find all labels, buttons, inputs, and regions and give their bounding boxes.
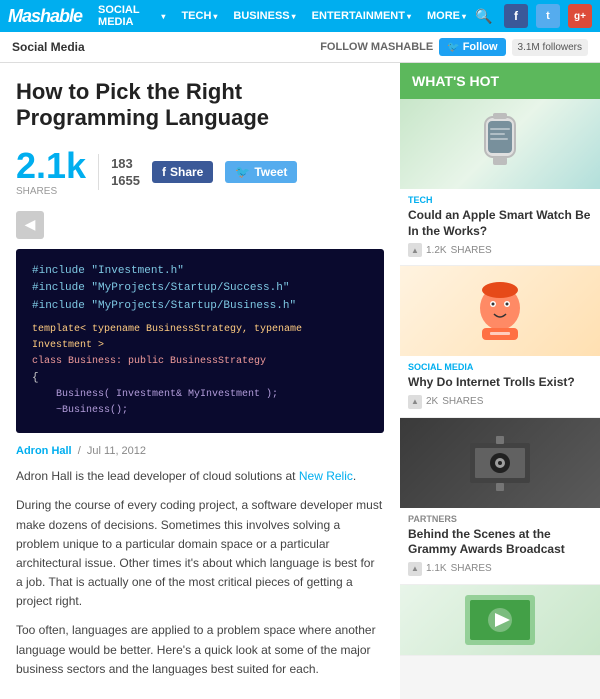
new-relic-link[interactable]: New Relic (299, 469, 353, 483)
code-line-2: #include "MyProjects/Startup/Success.h" (32, 280, 368, 298)
twitter-tweet-button[interactable]: 🐦 Tweet (225, 161, 297, 183)
share-divider (98, 154, 99, 190)
facebook-icon[interactable]: f (504, 4, 528, 28)
author-line: Adron Hall / Jul 11, 2012 (16, 445, 384, 457)
search-icon[interactable]: 🔍 (472, 4, 496, 28)
code-line-class: class Business: public BusinessStrategy (32, 354, 368, 370)
chevron-down-icon: ▾ (213, 12, 217, 21)
googleplus-icon[interactable]: g+ (568, 4, 592, 28)
grammy-image (400, 418, 600, 508)
nav-items: Social Media ▾ Tech ▾ Business ▾ Enterta… (92, 0, 472, 32)
nav-business[interactable]: Business ▾ (227, 6, 301, 26)
code-line-template: template< typename BusinessStrategy, typ… (32, 322, 368, 354)
apple-watch-body: TECH Could an Apple Smart Watch Be In th… (400, 189, 600, 265)
twitter-icon[interactable]: t (536, 4, 560, 28)
follow-mashable-label: Follow Mashable (320, 41, 433, 53)
sidebar-card-trolls[interactable]: SOCIAL MEDIA Why Do Internet Trolls Exis… (400, 266, 600, 418)
article-title: How to Pick the Right Programming Langua… (16, 79, 384, 132)
nav-right-icons: 🔍 f t g+ (472, 4, 592, 28)
twitter-tweet-icon: 🐦 (235, 165, 250, 179)
grammy-category: PARTNERS (408, 514, 592, 524)
trolls-shares: ▲ 2K SHARES (408, 395, 592, 409)
sidebar-card-grammy[interactable]: PARTNERS Behind the Scenes at the Grammy… (400, 418, 600, 585)
top-navigation: Mashable Social Media ▾ Tech ▾ Business … (0, 0, 600, 32)
share-count: 2.1k (16, 148, 86, 184)
content-wrapper: How to Pick the Right Programming Langua… (0, 63, 600, 699)
follow-button[interactable]: 🐦 Follow (439, 38, 505, 56)
code-line-method: Business( Investment& MyInvestment ); (32, 387, 368, 403)
article-body: Adron Hall is the lead developer of clou… (16, 467, 384, 679)
share-expand-button[interactable]: ◀ (16, 211, 44, 239)
twitter-small-icon: 🐦 (447, 42, 459, 53)
main-content: How to Pick the Right Programming Langua… (0, 63, 400, 699)
share-count-block: 2.1k SHARES (16, 148, 86, 197)
share-row: 2.1k SHARES 183 1655 f Share 🐦 Tweet (16, 148, 384, 197)
share-num-1: 183 (111, 156, 140, 171)
shares-icon-2: ▲ (408, 395, 422, 409)
chevron-down-icon: ▾ (292, 12, 296, 21)
article-p2: Too often, languages are applied to a pr… (16, 621, 384, 679)
article-p1: During the course of every coding projec… (16, 496, 384, 611)
apple-watch-image (400, 99, 600, 189)
chevron-down-icon: ▾ (161, 12, 165, 21)
author-name[interactable]: Adron Hall (16, 445, 72, 457)
article-bio: Adron Hall is the lead developer of clou… (16, 467, 384, 486)
chevron-down-icon: ▾ (462, 12, 466, 21)
site-logo[interactable]: Mashable (8, 6, 82, 27)
nav-social-media[interactable]: Social Media ▾ (92, 0, 171, 32)
code-line-brace: { (32, 370, 368, 388)
sidebar-card-bottom[interactable] (400, 585, 600, 656)
trolls-title[interactable]: Why Do Internet Trolls Exist? (408, 375, 592, 391)
trolls-image (400, 266, 600, 356)
nav-tech[interactable]: Tech ▾ (175, 6, 223, 26)
code-block: #include "Investment.h" #include "MyProj… (16, 249, 384, 433)
nav-entertainment[interactable]: Entertainment ▾ (306, 6, 417, 26)
article-date: Jul 11, 2012 (87, 445, 146, 457)
sidebar: What's Hot TECH Could an Apple Smart Wat… (400, 63, 600, 699)
facebook-share-icon: f (162, 165, 166, 179)
whats-hot-header: What's Hot (400, 63, 600, 99)
facebook-share-button[interactable]: f Share (152, 161, 213, 183)
grammy-title[interactable]: Behind the Scenes at the Grammy Awards B… (408, 527, 592, 558)
code-line-destructor: ~Business(); (32, 403, 368, 419)
category-label: Social Media (12, 40, 85, 54)
share-label: SHARES (16, 186, 86, 197)
code-line-1: #include "Investment.h" (32, 263, 368, 281)
chevron-down-icon: ▾ (407, 12, 411, 21)
sub-header: Social Media Follow Mashable 🐦 Follow 3.… (0, 32, 600, 63)
trolls-body: SOCIAL MEDIA Why Do Internet Trolls Exis… (400, 356, 600, 417)
apple-watch-shares: ▲ 1.2K SHARES (408, 243, 592, 257)
bottom-image (400, 585, 600, 655)
share-numbers: 183 1655 (111, 156, 140, 188)
nav-more[interactable]: More ▾ (421, 6, 472, 26)
code-line-3: #include "MyProjects/Startup/Business.h" (32, 298, 368, 316)
grammy-body: PARTNERS Behind the Scenes at the Grammy… (400, 508, 600, 584)
sidebar-card-apple-watch[interactable]: TECH Could an Apple Smart Watch Be In th… (400, 99, 600, 266)
shares-icon-3: ▲ (408, 562, 422, 576)
apple-watch-category: TECH (408, 195, 592, 205)
grammy-shares: ▲ 1.1K SHARES (408, 562, 592, 576)
apple-watch-title[interactable]: Could an Apple Smart Watch Be In the Wor… (408, 208, 592, 239)
follow-section: Follow Mashable 🐦 Follow 3.1M followers (320, 38, 588, 56)
trolls-category: SOCIAL MEDIA (408, 362, 592, 372)
share-num-2: 1655 (111, 173, 140, 188)
followers-count: 3.1M followers (512, 39, 588, 56)
shares-icon: ▲ (408, 243, 422, 257)
